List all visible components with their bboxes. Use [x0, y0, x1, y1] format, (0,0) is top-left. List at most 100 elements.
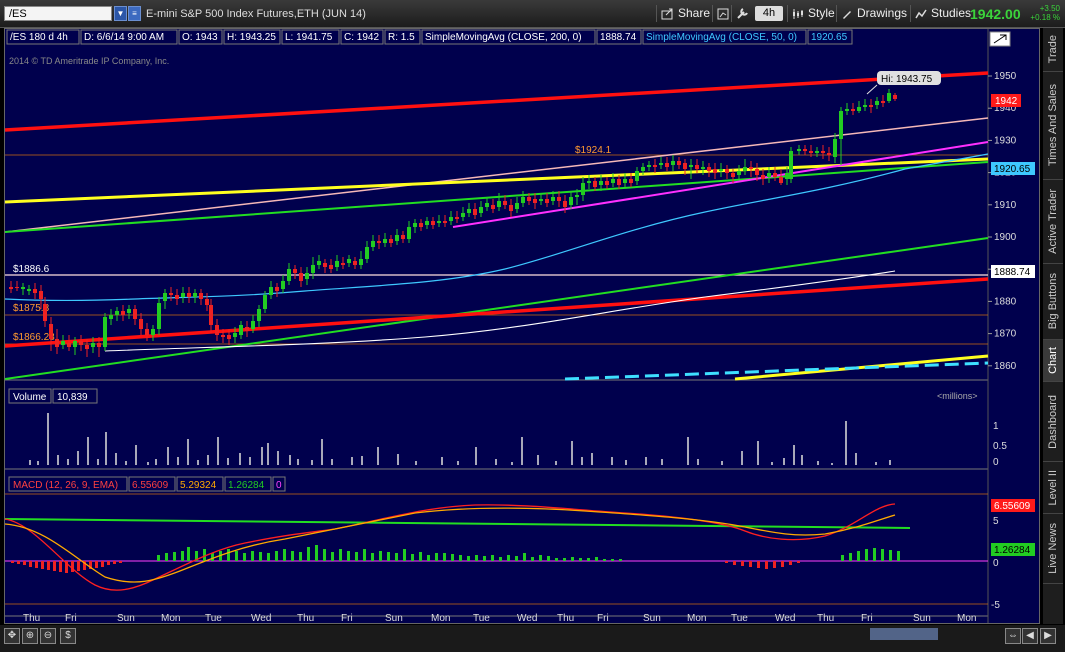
volume-bar: [591, 453, 593, 465]
volume-bar: [475, 447, 477, 465]
macd-hist-bar: [299, 552, 302, 561]
price-scale-button[interactable]: $: [60, 628, 76, 644]
macd-hist-bar: [403, 549, 406, 561]
share-button[interactable]: Share: [656, 5, 714, 22]
time-axis-label: Fri: [341, 613, 353, 623]
style-button[interactable]: Style: [787, 5, 839, 22]
macd-hist-bar: [283, 549, 286, 561]
level-1886-label: $1886.6: [13, 264, 50, 275]
change-absolute: +3.50: [1039, 4, 1060, 13]
sidebar-tab-level-ii-label: Level II: [1047, 469, 1059, 506]
sidebar-tab-dashboard[interactable]: Dashboard: [1043, 382, 1063, 462]
expand-icon[interactable]: ⇔: [1005, 628, 1021, 644]
price-candle: [635, 167, 639, 185]
sidebar-tab-times-and-sales[interactable]: Times And Sales: [1043, 72, 1063, 180]
price-candle: [127, 305, 131, 319]
price-candle: [443, 215, 447, 227]
symbol-dropdown-button[interactable]: ▼: [114, 6, 127, 21]
volume-label: Volume: [13, 392, 47, 403]
macd-trendline: [5, 518, 911, 529]
drawings-button[interactable]: Drawings: [836, 5, 911, 22]
zoom-out-icon[interactable]: ⊖: [40, 628, 56, 644]
sidebar-tab-trade[interactable]: Trade: [1043, 28, 1063, 72]
price-candle: [377, 235, 381, 249]
volume-bar: [397, 454, 399, 465]
sma200-label: SimpleMovingAvg (CLOSE, 200, 0): [425, 32, 582, 43]
price-candle: [133, 305, 137, 325]
macd-badge-value: 6.55609: [994, 501, 1031, 512]
scroll-right-icon[interactable]: ▶: [1040, 628, 1056, 644]
pan-icon[interactable]: ✥: [4, 628, 20, 644]
time-axis-label: Tue: [473, 613, 490, 623]
price-candle: [707, 163, 711, 177]
volume-bar: [177, 457, 179, 465]
volume-bar: [801, 455, 803, 465]
volume-bar: [793, 445, 795, 465]
sidebar-tab-chart[interactable]: Chart: [1043, 340, 1063, 382]
time-axis-label: Thu: [23, 613, 40, 623]
volume-bar: [875, 462, 877, 465]
macd-hist-bar: [95, 561, 98, 568]
volume-bar: [311, 460, 313, 465]
price-axis-label: 1880: [994, 296, 1017, 307]
settings-button[interactable]: [731, 5, 754, 22]
macd-hist-bar: [173, 552, 176, 561]
sma50-badge-value: 1920.65: [994, 164, 1031, 175]
sidebar-tab-active-trader[interactable]: Active Trader: [1043, 180, 1063, 264]
symbol-menu-button[interactable]: ≡: [128, 6, 141, 21]
sidebar-tab-big-buttons[interactable]: Big Buttons: [1043, 264, 1063, 340]
chart-settings-icon: [717, 8, 729, 20]
scroll-left-icon[interactable]: ◀: [1022, 628, 1038, 644]
macd-hist-bar: [29, 561, 32, 567]
price-change: +3.50 +0.18 %: [1030, 4, 1060, 22]
volume-bar: [135, 445, 137, 465]
time-axis-label: Mon: [161, 613, 180, 623]
price-axis-label: 1870: [994, 329, 1017, 340]
volume-bar: [47, 413, 49, 465]
volume-bar: [217, 437, 219, 465]
collapse-panel-icon[interactable]: [989, 31, 1011, 47]
volume-bar: [361, 456, 363, 465]
price-candle: [797, 145, 801, 155]
volume-bar: [289, 455, 291, 465]
sma200-badge: 1888.74: [991, 265, 1035, 278]
sidebar-tab-level-ii[interactable]: Level II: [1043, 462, 1063, 514]
price-candle: [43, 297, 47, 327]
price-candle: [383, 233, 387, 247]
time-scrollbar-thumb[interactable]: [870, 628, 938, 640]
volume-bar: [297, 459, 299, 465]
price-candle: [15, 281, 19, 291]
price-candle: [169, 287, 173, 301]
macd-value-line: [5, 503, 896, 591]
price-axis-label: 1950: [994, 71, 1017, 82]
macd-hist-bar: [849, 553, 852, 561]
symbol-input[interactable]: /ES: [4, 6, 112, 21]
volume-bar: [845, 421, 847, 465]
studies-button[interactable]: Studies: [910, 5, 975, 22]
macd-hist-bar: [211, 553, 214, 561]
header-open: O: 1943: [182, 32, 218, 43]
top-toolbar: /ES ▼ ≡ E-mini S&P 500 Index Futures,ETH…: [0, 0, 1065, 28]
price-candle: [863, 99, 867, 111]
volume-bar: [757, 441, 759, 465]
macd-hist-bar: [857, 551, 860, 561]
macd-hist-bar: [603, 559, 606, 561]
timeframe-button[interactable]: 4h: [755, 6, 783, 21]
volume-bar: [57, 455, 59, 465]
price-candle: [869, 99, 873, 113]
macd-hist-bar: [757, 561, 760, 568]
time-axis-label: Tue: [731, 613, 748, 623]
price-candle: [479, 201, 483, 217]
macd-hist-bar: [587, 558, 590, 561]
macd-hist-bar: [35, 561, 38, 568]
macd-hist-bar: [467, 556, 470, 561]
sidebar-tab-live-news[interactable]: Live News: [1043, 514, 1063, 584]
time-axis-label: Thu: [817, 613, 834, 623]
price-candle: [281, 275, 285, 293]
chart-area[interactable]: /ES 180 d 4h D: 6/6/14 9:00 AM O: 1943 H…: [4, 28, 1040, 624]
macd-hist-bar: [749, 561, 752, 567]
volume-bar: [277, 451, 279, 465]
volume-bar: [331, 459, 333, 465]
zoom-in-icon[interactable]: ⊕: [22, 628, 38, 644]
price-candle: [27, 285, 31, 295]
